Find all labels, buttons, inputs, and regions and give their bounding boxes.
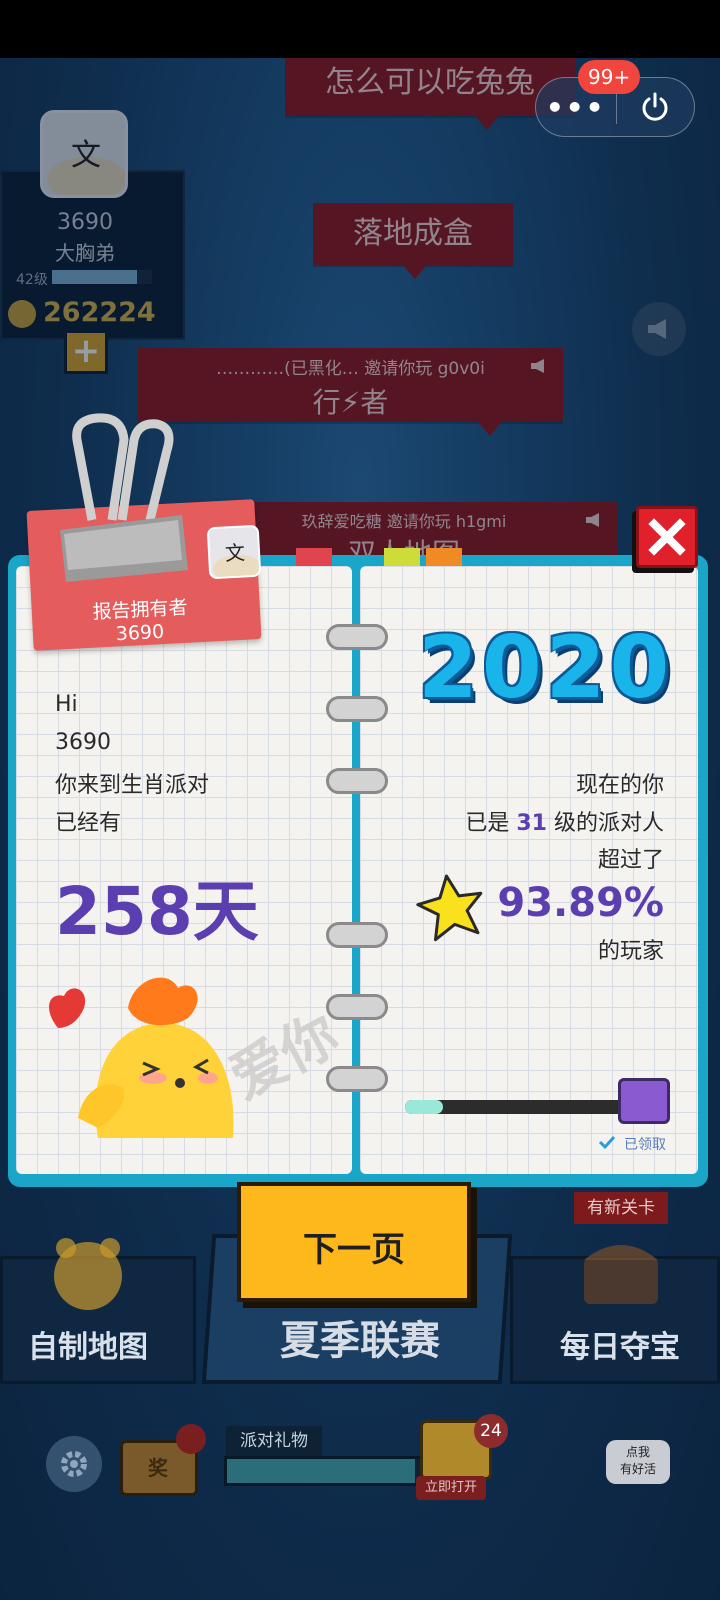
invite-map-name: 行⚡者 [312,386,389,419]
open-now-button[interactable]: 立即打开 [416,1476,486,1500]
megaphone-icon [648,319,666,339]
gift-progress-fill [227,1459,415,1483]
banner-text: 落地成盒 [353,216,473,251]
chat-banner-2: 落地成盒 [313,203,513,279]
coin-icon [8,300,36,328]
check-icon [598,1135,616,1150]
notebook-ring [326,696,388,722]
add-coins-button[interactable]: + [64,330,108,374]
chat-banner-1: 怎么可以吃兔兔 [285,58,575,130]
click-me-line-2: 有好活 [619,1462,656,1476]
gift-count-badge: 24 [474,1414,508,1448]
owner-avatar: 文 [206,524,262,580]
daily-treasure-label: 每日夺宝 [560,1330,680,1365]
treasure-chest-icon [584,1245,658,1304]
players-label: 的玩家 [597,939,664,964]
avatar-image: 文 [43,113,125,195]
percent-value: 93.89% [497,880,664,926]
level-prefix: 已是 [465,811,510,836]
next-page-label: 下一页 [303,1230,405,1270]
year-title: 2020 [418,618,674,718]
click-me-line-1: 点我 [625,1445,650,1459]
megaphone-icon [531,359,544,373]
player-name: 大胸弟 [55,241,115,265]
now-you-label: 现在的你 [575,773,664,798]
greeting: Hi [55,692,78,717]
close-icon [648,518,686,556]
invite-text: …………(已黑化… 邀请你玩 g0v0i [216,359,485,379]
arrow-up-icon [176,1424,206,1454]
svg-text:文: 文 [71,138,101,173]
chick-mascot-icon [49,977,234,1138]
notebook-ring [326,624,388,650]
settings-button[interactable] [46,1436,102,1492]
days-count: 258天 [55,873,259,950]
report-progress-fill [405,1100,443,1114]
banner-text: 怎么可以吃兔兔 [325,65,535,100]
gear-icon [61,1451,87,1477]
surpass-label: 超过了 [597,848,664,873]
megaphone-button[interactable] [632,302,686,356]
player-id: 3690 [57,210,113,235]
new-level-badge: 有新关卡 [574,1192,668,1224]
summer-league-label: 夏季联赛 [280,1318,440,1364]
player-level: 42级 [16,272,48,288]
report-progress-bar [405,1100,627,1114]
star-icon [416,874,483,942]
close-button[interactable] [636,506,698,568]
notebook-ring [326,768,388,794]
notebook-ring [326,922,388,948]
tiger-icon [54,1238,122,1310]
prize-label: 奖 [148,1456,168,1480]
level-suffix: 级的派对人 [553,811,664,836]
level-value: 31 [516,811,547,836]
invite-banner-1[interactable]: …………(已黑化… 邀请你玩 g0v0i 行⚡者 [138,348,563,436]
intro-line-2: 已经有 [55,811,122,836]
treasure-chest-icon[interactable] [618,1078,670,1124]
power-glyph [642,92,668,121]
more-icon[interactable]: ••• [536,91,616,124]
avatar[interactable]: 文 [40,110,128,198]
click-me-button[interactable]: 点我 有好活 [606,1440,670,1484]
level-line: 已是 31 级的派对人 [465,805,664,837]
coin-count: 262224 [43,297,156,328]
notebook-ring [326,994,388,1020]
custom-map-label: 自制地图 [28,1330,148,1365]
svg-text:文: 文 [224,540,245,565]
intro-line-1: 你来到生肖派对 [55,773,210,798]
avatar-image: 文 [208,526,262,580]
party-gift-label: 派对礼物 [226,1426,322,1456]
gift-progress-bar [224,1456,434,1486]
claimed-label: 已领取 [624,1137,666,1153]
level-progress-fill [52,270,137,284]
megaphone-icon [586,513,599,527]
user-id: 3690 [55,730,111,755]
level-progress-bar [52,270,152,284]
power-icon[interactable] [617,90,695,124]
status-bar [0,0,720,58]
notification-badge: 99+ [578,60,641,94]
binder-clip-icon [60,413,188,582]
